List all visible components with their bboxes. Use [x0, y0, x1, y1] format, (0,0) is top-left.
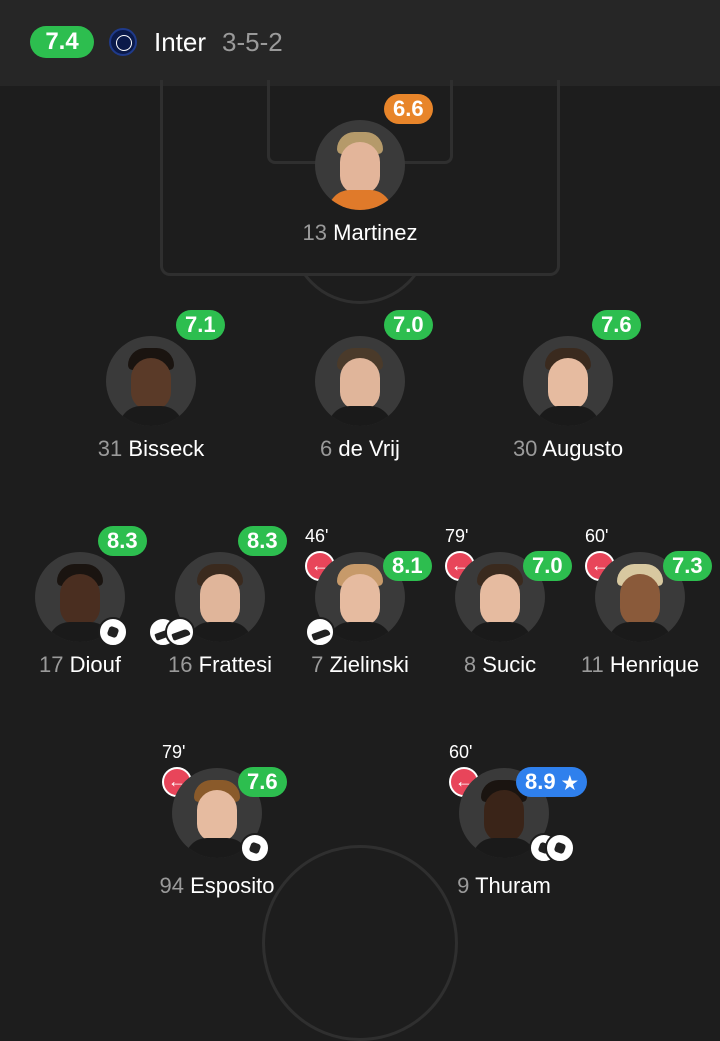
- player-surname: Henrique: [609, 652, 700, 677]
- assist-icon: [305, 617, 335, 647]
- player-thuram[interactable]: 60' ← 8.9 ★ 9 Thuram: [419, 742, 589, 942]
- team-header: 7.4 Inter 3-5-2: [0, 0, 720, 86]
- shirt-number: 17: [39, 652, 64, 677]
- sub-minute: 46': [305, 526, 329, 546]
- player-bisseck[interactable]: 7.1 31 Bisseck: [66, 296, 236, 486]
- rating-badge: 7.1: [176, 310, 225, 340]
- player-name: 94 Esposito: [132, 873, 302, 899]
- player-surname: Thuram: [475, 873, 551, 898]
- rating-badge: 6.6: [384, 94, 433, 124]
- goal-icon: [98, 617, 128, 647]
- player-name: 9 Thuram: [419, 873, 589, 899]
- sub-minute: 60': [449, 742, 473, 762]
- shirt-number: 13: [302, 220, 327, 245]
- rating-badge: 7.3: [663, 551, 712, 581]
- shirt-number: 94: [159, 873, 184, 898]
- player-augusto[interactable]: 7.6 30 Augusto: [483, 296, 653, 486]
- player-surname: Diouf: [69, 652, 121, 677]
- player-name: 6 de Vrij: [275, 436, 445, 462]
- goal-icon: [545, 833, 575, 863]
- shirt-number: 30: [512, 436, 538, 461]
- player-surname: Zielinski: [329, 652, 409, 677]
- shirt-number: 7: [311, 652, 324, 677]
- player-henrique[interactable]: 60' ← 7.3 11 Henrique: [555, 526, 720, 726]
- player-name: 13 Martinez: [275, 220, 445, 246]
- shirt-number: 11: [580, 652, 604, 677]
- shirt-number: 9: [457, 873, 470, 898]
- player-name: 31 Bisseck: [66, 436, 236, 462]
- player-surname: Martinez: [333, 220, 418, 245]
- shirt-number: 16: [168, 652, 193, 677]
- sub-minute: 60': [585, 526, 609, 546]
- player-martinez[interactable]: 6.6 13 Martinez: [275, 80, 445, 270]
- formation-label: 3-5-2: [222, 27, 283, 57]
- shirt-number: 31: [97, 436, 123, 461]
- rating-badge: 7.6: [238, 767, 287, 797]
- player-photo: [106, 336, 196, 426]
- player-name: 30 Augusto: [483, 436, 653, 462]
- shirt-number: 6: [320, 436, 333, 461]
- player-name: 11 Henrique: [555, 652, 720, 678]
- player-photo: [315, 120, 405, 210]
- player-surname: Esposito: [190, 873, 275, 898]
- player-surname: Frattesi: [198, 652, 272, 677]
- rating-badge: 7.0: [384, 310, 433, 340]
- star-icon: ★: [561, 773, 578, 793]
- player-surname: Bisseck: [128, 436, 205, 461]
- rating-badge: 7.6: [592, 310, 641, 340]
- team-name: Inter: [154, 27, 207, 57]
- inter-crest-icon: [109, 28, 137, 56]
- rating-value: 8.9: [525, 769, 556, 794]
- player-surname: Augusto: [542, 436, 624, 461]
- player-de-vrij[interactable]: 7.0 6 de Vrij: [275, 296, 445, 486]
- player-photo: [523, 336, 613, 426]
- player-surname: Sucic: [482, 652, 537, 677]
- team-rating-badge: 7.4: [30, 26, 94, 58]
- player-surname: de Vrij: [338, 436, 400, 461]
- assist-icon: [165, 617, 195, 647]
- goal-icon: [240, 833, 270, 863]
- player-esposito[interactable]: 79' ← 7.6 94 Esposito: [132, 742, 302, 942]
- shirt-number: 8: [463, 652, 477, 677]
- sub-minute: 79': [162, 742, 186, 762]
- player-photo: [315, 336, 405, 426]
- rating-badge: 8.9 ★: [516, 767, 587, 797]
- sub-minute: 79': [445, 526, 469, 546]
